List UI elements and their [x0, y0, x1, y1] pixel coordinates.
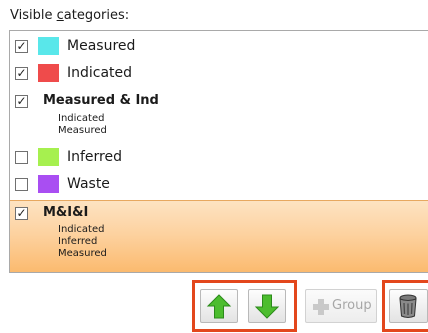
arrow-up-icon: [206, 294, 232, 319]
group-member: Inferred: [58, 236, 98, 247]
move-down-button[interactable]: [248, 289, 286, 323]
inferred-checkbox[interactable]: [15, 151, 28, 164]
group-member: Indicated: [58, 113, 105, 124]
delete-button[interactable]: [389, 289, 428, 323]
waste-label: Waste: [67, 176, 110, 192]
list-item-indicated[interactable]: ✓ Indicated: [10, 63, 428, 85]
waste-color-swatch: [38, 175, 59, 193]
visible-categories-label: Visible categories:: [10, 8, 130, 23]
group-button[interactable]: Group: [305, 289, 377, 323]
indicated-label: Indicated: [67, 65, 133, 81]
list-item-measured[interactable]: ✓ Measured: [10, 36, 428, 58]
group-button-label: Group: [332, 298, 372, 313]
measured-checkbox[interactable]: ✓: [15, 40, 28, 53]
inferred-label: Inferred: [67, 149, 123, 165]
measured-label: Measured: [67, 38, 136, 54]
indicated-color-swatch: [38, 64, 59, 82]
list-item-inferred[interactable]: Inferred: [10, 147, 428, 169]
group-member: Measured: [58, 248, 107, 259]
inferred-color-swatch: [38, 148, 59, 166]
group-member: Measured: [58, 125, 107, 136]
list-item-waste[interactable]: Waste: [10, 174, 428, 196]
measured-and-ind-checkbox[interactable]: ✓: [15, 95, 28, 108]
waste-checkbox[interactable]: [15, 178, 28, 191]
group-member: Indicated: [58, 224, 105, 235]
indicated-checkbox[interactable]: ✓: [15, 67, 28, 80]
trash-bin-icon: [399, 294, 417, 318]
list-item-mii-selected[interactable]: ✓ M&I&I Indicated Inferred Measured: [10, 200, 428, 272]
mii-label: M&I&I: [43, 205, 89, 220]
move-up-button[interactable]: [200, 289, 238, 323]
list-item-measured-and-ind[interactable]: ✓ Measured & Ind Indicated Measured: [10, 91, 428, 141]
measured-color-swatch: [38, 37, 59, 55]
arrow-down-icon: [254, 294, 280, 319]
plus-icon: [313, 299, 329, 315]
mii-checkbox[interactable]: ✓: [15, 207, 28, 220]
measured-and-ind-label: Measured & Ind: [43, 93, 159, 108]
categories-list[interactable]: ✓ Measured ✓ Indicated ✓ Measured & Ind …: [9, 30, 428, 273]
